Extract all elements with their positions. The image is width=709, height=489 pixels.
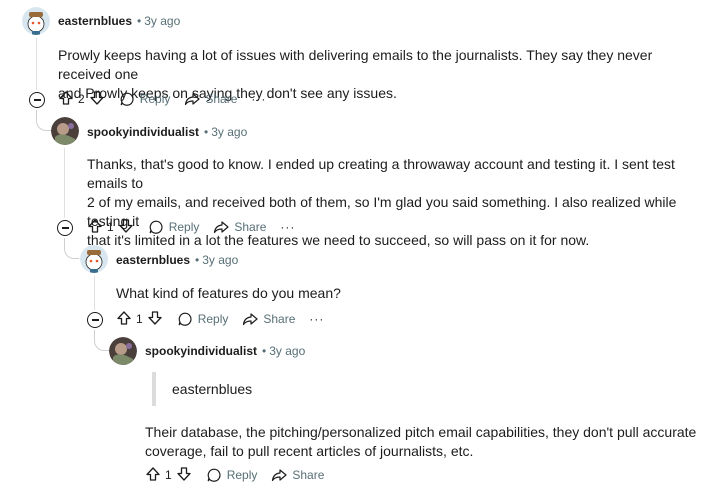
downvote-icon[interactable] <box>118 218 134 237</box>
timestamp[interactable]: 3y ago <box>269 344 305 358</box>
comment-line: coverage, fail to pull recent articles o… <box>145 443 474 459</box>
comment-body: What kind of features do you mean? <box>116 284 341 303</box>
share-icon <box>271 467 287 483</box>
comment-meta: spookyindividualist • 3y ago <box>145 343 305 359</box>
comment-line: Their database, the pitching/personalize… <box>145 424 697 440</box>
comment-body: Their database, the pitching/personalize… <box>145 423 696 461</box>
more-options-button[interactable]: ··· <box>251 92 266 106</box>
comment-meta: spookyindividualist • 3y ago <box>87 124 247 140</box>
downvote-icon[interactable] <box>89 90 105 109</box>
comment-bubble-icon <box>148 219 164 235</box>
upvote-icon[interactable] <box>116 310 132 329</box>
comment-bubble-icon <box>177 311 193 327</box>
share-icon <box>184 91 200 107</box>
vote-group: 1 <box>116 310 163 329</box>
comment-line: What kind of features do you mean? <box>116 285 341 301</box>
vote-count: 1 <box>136 312 143 326</box>
reply-button[interactable]: Reply <box>206 467 258 483</box>
reply-button[interactable]: Reply <box>148 219 200 235</box>
reply-label: Reply <box>226 468 258 482</box>
timestamp[interactable]: 3y ago <box>144 14 180 28</box>
comment-line: Thanks, that's good to know. I ended up … <box>87 156 675 191</box>
downvote-icon[interactable] <box>147 310 163 329</box>
comment-meta: easternblues • 3y ago <box>116 252 238 268</box>
more-icon: ··· <box>309 312 325 326</box>
avatar[interactable] <box>22 7 50 35</box>
upvote-icon[interactable] <box>58 90 74 109</box>
comment-line: Prowly keeps having a lot of issues with… <box>58 47 653 82</box>
thread-line-2[interactable] <box>64 148 65 218</box>
share-icon <box>242 311 258 327</box>
separator-dot: • <box>204 125 209 139</box>
vote-group: 1 <box>145 466 192 485</box>
thread-elbow-3 <box>94 330 109 351</box>
comment-actions: 1 Reply Share ··· <box>116 307 338 331</box>
upvote-icon[interactable] <box>145 466 161 485</box>
vote-count: 1 <box>107 220 114 234</box>
share-label: Share <box>292 468 325 482</box>
quoted-text: easternblues <box>172 381 253 397</box>
timestamp[interactable]: 3y ago <box>202 253 238 267</box>
thread-line-1[interactable] <box>36 38 37 90</box>
collapse-thread-button[interactable] <box>29 92 45 108</box>
reply-label: Reply <box>168 220 200 234</box>
thread-elbow-2 <box>64 238 79 259</box>
reply-button[interactable]: Reply <box>177 311 229 327</box>
thread-line-3[interactable] <box>94 276 95 310</box>
timestamp[interactable]: 3y ago <box>211 125 247 139</box>
username[interactable]: easternblues <box>58 14 132 28</box>
separator-dot: • <box>137 14 142 28</box>
share-button[interactable]: Share <box>213 219 266 235</box>
share-label: Share <box>205 92 238 106</box>
username[interactable]: easternblues <box>116 253 190 267</box>
comment-meta: easternblues • 3y ago <box>58 13 180 29</box>
share-button[interactable]: Share <box>242 311 295 327</box>
share-button[interactable]: Share <box>271 467 324 483</box>
separator-dot: • <box>195 253 200 267</box>
reply-label: Reply <box>139 92 171 106</box>
downvote-icon[interactable] <box>176 466 192 485</box>
more-options-button[interactable]: ··· <box>280 220 295 234</box>
share-label: Share <box>263 312 296 326</box>
avatar[interactable] <box>109 337 137 365</box>
avatar[interactable] <box>51 117 79 145</box>
blockquote: easternblues <box>152 372 252 406</box>
username[interactable]: spookyindividualist <box>145 344 257 358</box>
vote-group: 1 <box>87 218 134 237</box>
share-label: Share <box>234 220 267 234</box>
more-icon: ··· <box>251 92 267 106</box>
vote-count: 1 <box>165 468 172 482</box>
vote-count: 2 <box>78 92 85 106</box>
avatar[interactable] <box>80 245 108 273</box>
collapse-thread-button[interactable] <box>57 220 73 236</box>
comment-bubble-icon <box>206 467 222 483</box>
upvote-icon[interactable] <box>87 218 103 237</box>
comment-bubble-icon <box>119 91 135 107</box>
share-icon <box>213 219 229 235</box>
thread-elbow-1 <box>36 110 51 131</box>
more-icon: ··· <box>280 220 296 234</box>
collapse-thread-button[interactable] <box>87 312 103 328</box>
share-button[interactable]: Share <box>184 91 237 107</box>
vote-group: 2 <box>58 90 105 109</box>
comment-actions: 2 Reply Share ··· <box>58 87 280 111</box>
comment-actions: 1 Reply Share <box>145 463 338 487</box>
separator-dot: • <box>262 344 267 358</box>
more-options-button[interactable]: ··· <box>309 312 324 326</box>
reply-label: Reply <box>197 312 229 326</box>
comment-actions: 1 Reply Share ··· <box>87 215 309 239</box>
username[interactable]: spookyindividualist <box>87 125 199 139</box>
reply-button[interactable]: Reply <box>119 91 171 107</box>
